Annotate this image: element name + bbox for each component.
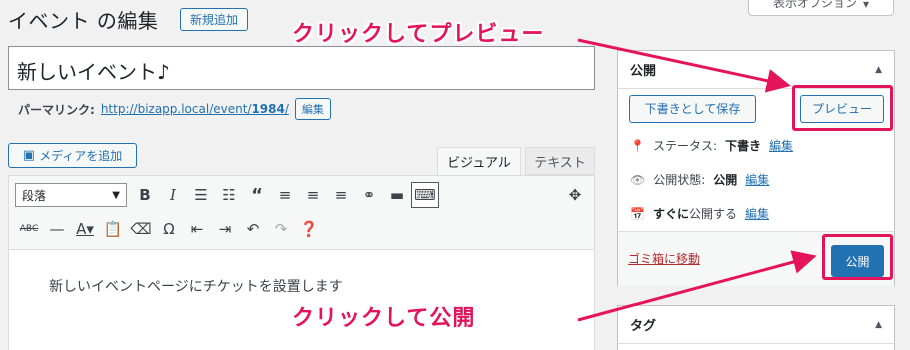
status-value: 下書き xyxy=(725,139,762,153)
permalink-url-prefix: http://bizapp.local/event/ xyxy=(100,102,252,116)
special-char-icon[interactable]: Ω xyxy=(155,216,183,242)
text-color-icon[interactable]: A▾ xyxy=(71,216,99,242)
publish-annotation: クリックして公開 xyxy=(292,306,476,331)
trash-link[interactable]: ゴミ箱に移動 xyxy=(628,250,700,267)
toolbar-toggle-icon[interactable]: ⌨ xyxy=(411,182,439,208)
status-edit-link[interactable]: 編集 xyxy=(769,137,793,154)
schedule-label: 公開する xyxy=(688,207,737,221)
visibility-edit-link[interactable]: 編集 xyxy=(745,171,769,188)
publish-box-title: 公開 xyxy=(630,64,657,79)
toolbar-row-1: B I ☰ ☷ “ ≡ ≡ ≡ ⚭ ▬ ⌨ xyxy=(131,180,439,210)
preview-highlight xyxy=(792,85,893,131)
fullscreen-icon[interactable]: ✥ xyxy=(561,182,589,208)
add-media-label: メディアを追加 xyxy=(39,148,123,163)
format-select-value: 段落 xyxy=(22,188,47,203)
tag-box-title: タグ xyxy=(630,319,657,334)
screen-options-button[interactable]: 表示オプション ▾ xyxy=(748,0,894,16)
align-center-icon[interactable]: ≡ xyxy=(299,182,327,208)
align-right-icon[interactable]: ≡ xyxy=(327,182,355,208)
tag-box: タグ ▲ xyxy=(617,305,895,350)
indent-icon[interactable]: ⇥ xyxy=(211,216,239,242)
chevron-down-icon: ▾ xyxy=(862,0,870,11)
screen-options-label: 表示オプション xyxy=(772,0,857,10)
eye-icon: 👁 xyxy=(630,172,646,187)
tag-box-header[interactable]: タグ ▲ xyxy=(618,306,894,344)
redo-icon[interactable]: ↷ xyxy=(267,216,295,242)
tab-text[interactable]: テキスト xyxy=(525,147,595,175)
calendar-icon: 📅 xyxy=(630,206,645,221)
page-title: イベント の編集 xyxy=(8,9,159,33)
strikethrough-icon[interactable]: ABC xyxy=(15,216,43,242)
clear-format-icon[interactable]: ⌫ xyxy=(127,216,155,242)
schedule-edit-link[interactable]: 編集 xyxy=(745,205,769,222)
pin-icon: 📍 xyxy=(630,138,645,153)
numbered-list-icon[interactable]: ☷ xyxy=(215,182,243,208)
title-input[interactable]: 新しいイベント♪ xyxy=(8,46,595,90)
visibility-label: 公開状態: xyxy=(653,173,706,187)
media-icon: ▣ xyxy=(22,148,36,163)
status-label: ステータス: xyxy=(652,139,717,153)
bullet-list-icon[interactable]: ☰ xyxy=(187,182,215,208)
permalink-link[interactable]: http://bizapp.local/event/1984/ xyxy=(101,102,289,116)
visibility-value: 公開 xyxy=(713,173,738,187)
collapse-icon[interactable]: ▲ xyxy=(875,320,882,330)
visibility-row: 👁 公開状態: 公開 編集 xyxy=(630,171,769,188)
status-row: 📍 ステータス: 下書き 編集 xyxy=(630,137,793,154)
outdent-icon[interactable]: ⇤ xyxy=(183,216,211,242)
save-draft-button[interactable]: 下書きとして保存 xyxy=(629,95,756,123)
preview-annotation: クリックしてプレビュー xyxy=(292,22,545,47)
permalink-edit-button[interactable]: 編集 xyxy=(294,98,331,120)
format-select[interactable]: 段落 ▼ xyxy=(15,183,127,207)
schedule-value: すぐに xyxy=(652,207,689,221)
bold-icon[interactable]: B xyxy=(131,182,159,208)
permalink-row: パーマリンク: http://bizapp.local/event/1984/ … xyxy=(18,98,331,120)
help-icon[interactable]: ❓ xyxy=(295,216,323,242)
add-media-button[interactable]: ▣ メディアを追加 xyxy=(8,143,137,168)
align-left-icon[interactable]: ≡ xyxy=(271,182,299,208)
link-icon[interactable]: ⚭ xyxy=(355,182,383,208)
publish-box-header[interactable]: 公開 ▲ xyxy=(618,51,894,89)
paste-text-icon[interactable]: 📋 xyxy=(99,216,127,242)
italic-icon[interactable]: I xyxy=(159,182,187,208)
collapse-icon[interactable]: ▲ xyxy=(875,65,882,75)
undo-icon[interactable]: ↶ xyxy=(239,216,267,242)
editor-toolbar: 段落 ▼ B I ☰ ☷ “ ≡ ≡ ≡ ⚭ ▬ ⌨ ✥ ABC — A▾ 📋 … xyxy=(9,176,594,250)
horizontal-line-icon[interactable]: — xyxy=(43,216,71,242)
permalink-url-suffix: / xyxy=(284,102,289,116)
add-new-button[interactable]: 新規追加 xyxy=(180,8,248,31)
blockquote-icon[interactable]: “ xyxy=(243,182,271,208)
toolbar-row-2: ABC — A▾ 📋 ⌫ Ω ⇤ ⇥ ↶ ↷ ❓ xyxy=(15,214,323,244)
chevron-down-icon: ▼ xyxy=(112,189,120,201)
tab-visual[interactable]: ビジュアル xyxy=(437,147,521,175)
read-more-icon[interactable]: ▬ xyxy=(383,182,411,208)
permalink-label: パーマリンク: xyxy=(18,102,95,117)
permalink-slug: 1984 xyxy=(251,102,285,116)
editor-body-text[interactable]: 新しいイベントページにチケットを設置します xyxy=(49,276,343,296)
schedule-row: 📅 すぐに公開する 編集 xyxy=(630,205,769,222)
publish-highlight xyxy=(822,234,893,280)
